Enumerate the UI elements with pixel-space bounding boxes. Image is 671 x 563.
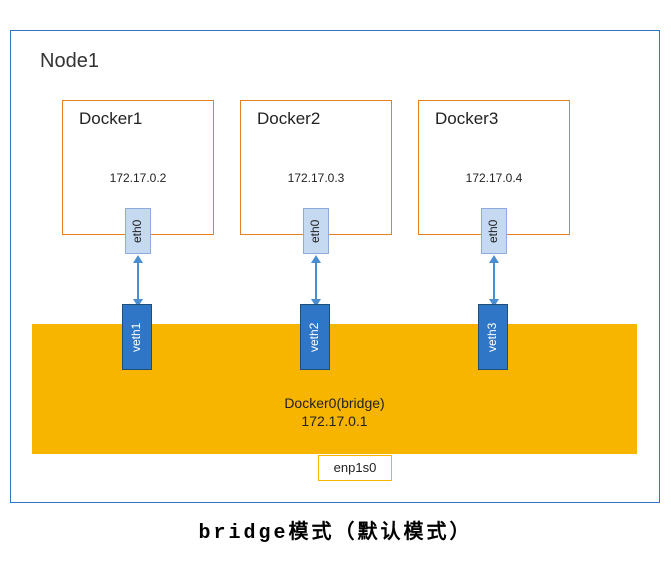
link-arrow bbox=[137, 260, 139, 302]
bridge-label: Docker0(bridge) 172.17.0.1 bbox=[32, 394, 637, 430]
docker-ip: 172.17.0.4 bbox=[419, 171, 569, 185]
docker-title: Docker1 bbox=[79, 109, 213, 129]
veth-iface: veth3 bbox=[478, 304, 508, 370]
docker-box-1: Docker1 172.17.0.2 eth0 bbox=[62, 100, 214, 235]
host-iface: enp1s0 bbox=[318, 455, 392, 481]
veth-iface: veth1 bbox=[122, 304, 152, 370]
docker-title: Docker2 bbox=[257, 109, 391, 129]
link-arrow bbox=[315, 260, 317, 302]
eth-iface: eth0 bbox=[125, 208, 151, 254]
eth-iface: eth0 bbox=[303, 208, 329, 254]
node-label: Node1 bbox=[40, 50, 99, 73]
eth-iface: eth0 bbox=[481, 208, 507, 254]
docker-ip: 172.17.0.3 bbox=[241, 171, 391, 185]
docker-ip: 172.17.0.2 bbox=[63, 171, 213, 185]
diagram-caption: bridge模式（默认模式） bbox=[0, 515, 671, 545]
docker-box-2: Docker2 172.17.0.3 eth0 bbox=[240, 100, 392, 235]
docker-box-3: Docker3 172.17.0.4 eth0 bbox=[418, 100, 570, 235]
docker-title: Docker3 bbox=[435, 109, 569, 129]
link-arrow bbox=[493, 260, 495, 302]
veth-iface: veth2 bbox=[300, 304, 330, 370]
bridge-box: veth1 veth2 veth3 Docker0(bridge) 172.17… bbox=[32, 324, 637, 454]
